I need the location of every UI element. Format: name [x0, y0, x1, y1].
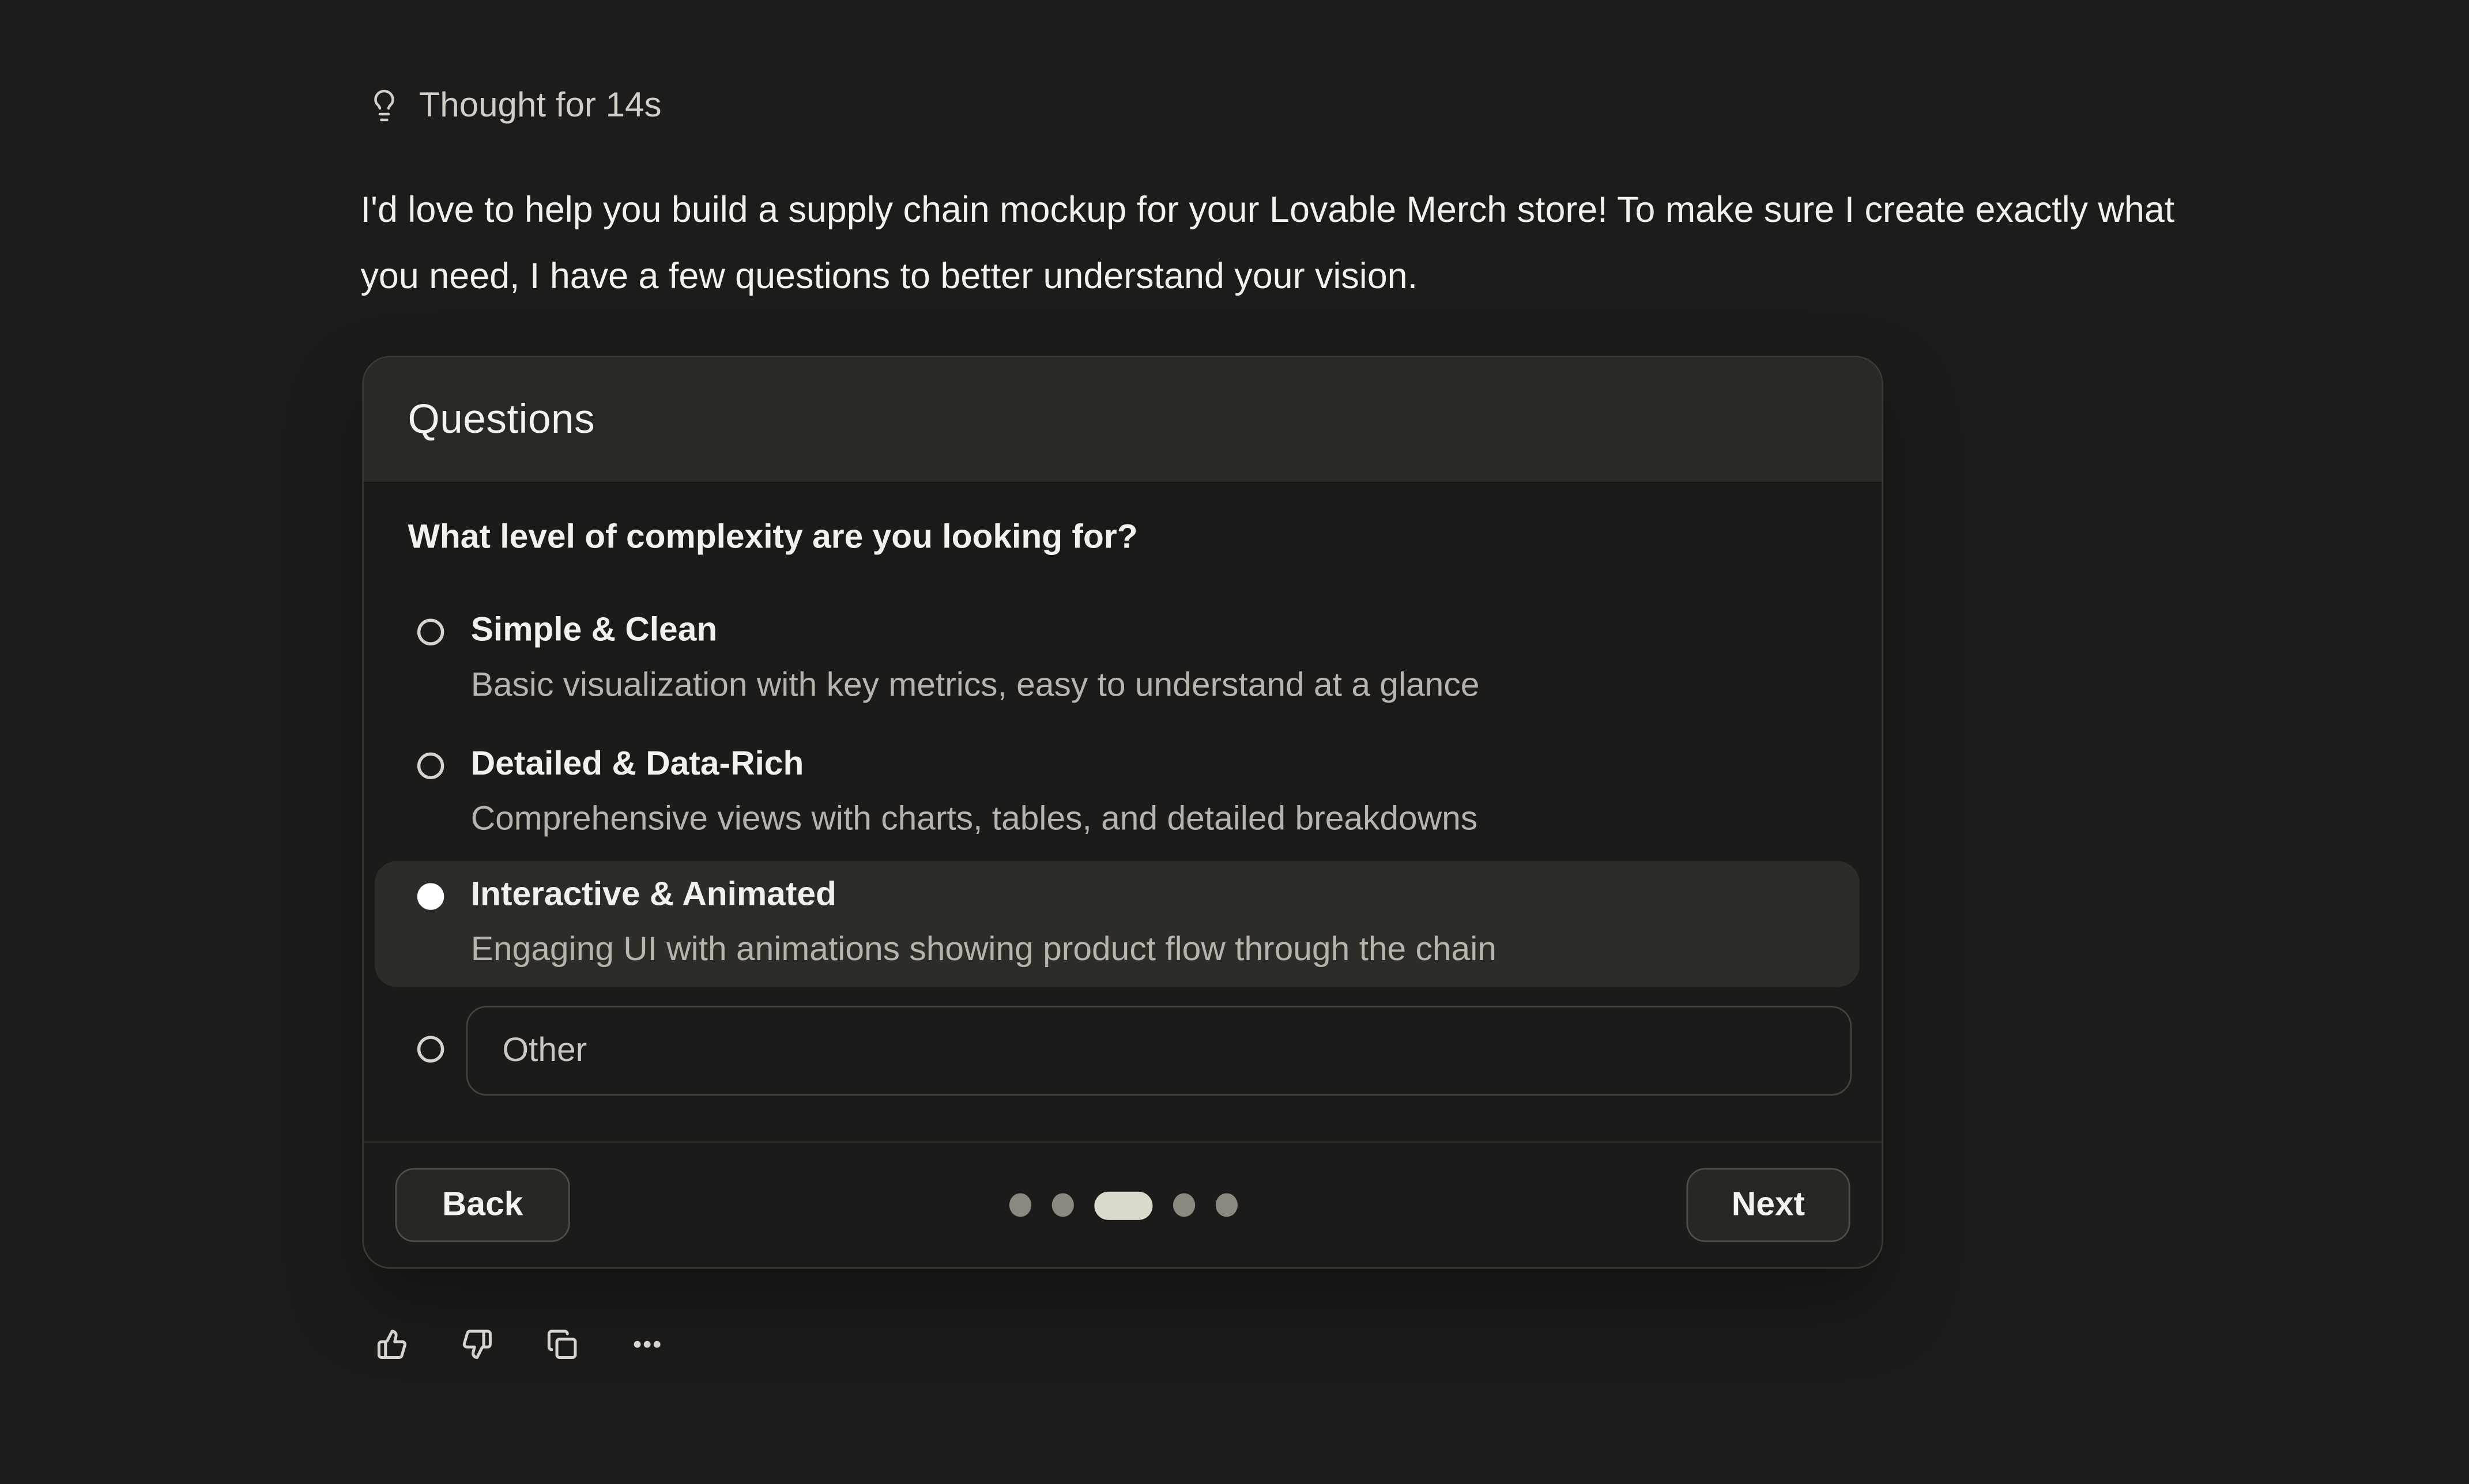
next-button[interactable]: Next	[1686, 1168, 1850, 1242]
message-actions	[376, 1328, 663, 1360]
chat-page: Thought for 14s I'd love to help you bui…	[0, 0, 2469, 1484]
pagination-dot-4	[1173, 1193, 1194, 1217]
question-text: What level of complexity are you looking…	[408, 518, 1137, 557]
thumbs-down-button[interactable]	[461, 1328, 493, 1360]
assistant-message: I'd love to help you build a supply chai…	[361, 176, 2219, 308]
option-title: Interactive & Animated	[471, 867, 1825, 922]
radio-detailed-data-rich[interactable]	[417, 753, 444, 779]
thought-label: Thought for 14s	[419, 85, 662, 126]
card-header: Questions	[364, 357, 1882, 484]
thought-toggle[interactable]: Thought for 14s	[367, 82, 661, 129]
pagination-dot-5	[1215, 1193, 1237, 1217]
option-description: Comprehensive views with charts, tables,…	[471, 791, 1825, 845]
more-options-icon	[631, 1328, 663, 1360]
footer-divider	[364, 1141, 1882, 1143]
thumbs-up-icon	[376, 1328, 408, 1360]
pagination-dot-1	[1009, 1193, 1031, 1217]
pagination-dot-2	[1051, 1193, 1073, 1217]
option-title: Detailed & Data-Rich	[471, 737, 1825, 791]
copy-button[interactable]	[546, 1328, 578, 1360]
pagination	[364, 1190, 1882, 1220]
option-description: Engaging UI with animations showing prod…	[471, 922, 1825, 976]
option-simple-clean[interactable]: Simple & Clean Basic visualization with …	[471, 603, 1825, 711]
thumbs-down-icon	[461, 1328, 493, 1360]
lightbulb-icon	[367, 88, 401, 123]
option-title: Simple & Clean	[471, 603, 1825, 657]
radio-other[interactable]	[417, 1036, 444, 1062]
pagination-dot-3-active	[1094, 1191, 1152, 1219]
other-input[interactable]	[466, 1006, 1852, 1096]
copy-icon	[546, 1328, 578, 1360]
more-options-button[interactable]	[631, 1328, 663, 1360]
card-title: Questions	[408, 395, 595, 444]
radio-simple-clean[interactable]	[417, 618, 444, 645]
option-description: Basic visualization with key metrics, ea…	[471, 657, 1825, 711]
thumbs-up-button[interactable]	[376, 1328, 408, 1360]
option-detailed-data-rich[interactable]: Detailed & Data-Rich Comprehensive views…	[471, 737, 1825, 845]
radio-interactive-animated[interactable]	[417, 883, 444, 909]
questions-card: Questions What level of complexity are y…	[362, 356, 1883, 1268]
option-interactive-animated[interactable]: Interactive & Animated Engaging UI with …	[471, 867, 1825, 976]
